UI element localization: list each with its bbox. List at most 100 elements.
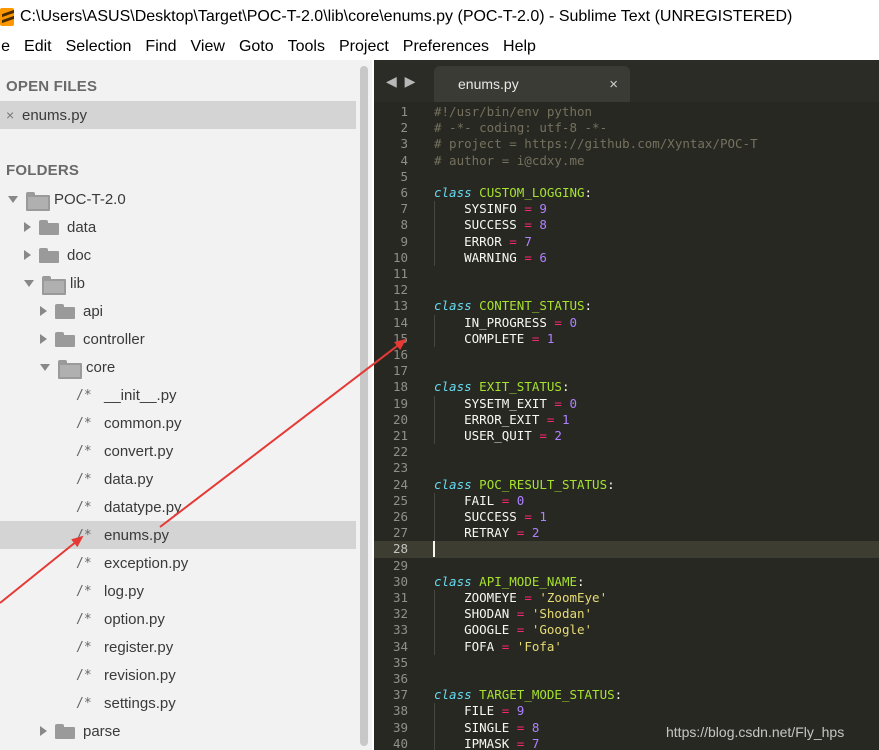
file-item[interactable]: /* common.py (0, 409, 356, 437)
folder-item[interactable]: parse (0, 717, 356, 745)
folder-item[interactable]: api (0, 297, 356, 325)
expand-triangle-right-icon[interactable] (24, 222, 31, 232)
menu-item-selection[interactable]: Selection (66, 38, 132, 56)
open-files-heading: OPEN FILES (6, 78, 98, 95)
tab-nav-arrows-icon[interactable]: ◀ ▶ (386, 73, 417, 90)
code-line[interactable]: 5 (374, 169, 879, 185)
file-item[interactable]: /* revision.py (0, 661, 356, 689)
expand-triangle-right-icon[interactable] (40, 334, 47, 344)
code-token: 'Fofa' (516, 638, 562, 654)
code-line[interactable]: 24 class POC_RESULT_STATUS: (374, 477, 879, 493)
file-item[interactable]: /* convert.py (0, 437, 356, 465)
code-line[interactable]: 28 (374, 541, 879, 558)
code-line[interactable]: 15 COMPLETE = 1 (374, 331, 879, 347)
code-line[interactable]: 3 # project = https://github.com/Xyntax/P… (374, 136, 879, 152)
folder-item[interactable]: data (0, 213, 356, 241)
folder-item[interactable]: POC-T-2.0 (0, 185, 356, 213)
code-token: FAIL (434, 492, 502, 508)
code-line[interactable]: 16 (374, 347, 879, 363)
code-line[interactable]: 25 FAIL = 0 (374, 493, 879, 509)
file-item[interactable]: /* register.py (0, 633, 356, 661)
file-item[interactable]: /* datatype.py (0, 493, 356, 521)
code-line[interactable]: 36 (374, 671, 879, 687)
code-text: # author = i@cdxy.me (434, 153, 585, 169)
code-text: SYSINFO = 9 (434, 201, 547, 217)
code-line[interactable]: 2 # -*- coding: utf-8 -*- (374, 120, 879, 136)
code-text: class API_MODE_NAME: (434, 574, 585, 590)
code-line[interactable]: 29 (374, 558, 879, 574)
code-line[interactable]: 19 SYSETM_EXIT = 0 (374, 396, 879, 412)
code-token: : (584, 298, 593, 314)
code-line[interactable]: 35 (374, 655, 879, 671)
menu-item-find[interactable]: Find (145, 38, 176, 56)
indent-guide (434, 314, 435, 347)
code-line[interactable]: 21 USER_QUIT = 2 (374, 428, 879, 444)
tree-item-label: lib (70, 274, 86, 292)
code-line[interactable]: 4 # author = i@cdxy.me (374, 153, 879, 169)
code-line[interactable]: 6 class CUSTOM_LOGGING: (374, 185, 879, 201)
expand-triangle-right-icon[interactable] (40, 306, 47, 316)
menu-item-preferences[interactable]: Preferences (403, 38, 489, 56)
menu-item-goto[interactable]: Goto (239, 38, 274, 56)
tab-close-icon[interactable]: × (609, 76, 618, 93)
menu-item-view[interactable]: View (191, 38, 225, 56)
code-line[interactable]: 14 IN_PROGRESS = 0 (374, 315, 879, 331)
code-line[interactable]: 17 (374, 363, 879, 379)
folder-item[interactable]: doc (0, 241, 356, 269)
file-item[interactable]: /* enums.py (0, 521, 356, 549)
file-item[interactable]: /* log.py (0, 577, 356, 605)
code-line[interactable]: 9 ERROR = 7 (374, 234, 879, 250)
code-line[interactable]: 33 GOOGLE = 'Google' (374, 622, 879, 638)
code-line[interactable]: 7 SYSINFO = 9 (374, 201, 879, 217)
code-text: SYSETM_EXIT = 0 (434, 396, 577, 412)
tab-enums-py[interactable]: enums.py × (434, 66, 630, 102)
code-token: # project = https://github.com/Xyntax/PO… (434, 136, 758, 152)
folder-item[interactable]: controller (0, 325, 356, 353)
code-area[interactable]: 1 #!/usr/bin/env python 2 # -*- coding: utf… (374, 102, 879, 750)
code-line[interactable]: 27 RETRAY = 2 (374, 525, 879, 541)
file-item[interactable]: /* exception.py (0, 549, 356, 577)
expand-triangle-down-icon[interactable] (40, 363, 50, 371)
code-line[interactable]: 1 #!/usr/bin/env python (374, 104, 879, 120)
menu-item-project[interactable]: Project (339, 38, 389, 56)
code-line[interactable]: 18 class EXIT_STATUS: (374, 379, 879, 395)
menu-item-ile[interactable]: ile (0, 38, 10, 56)
code-line[interactable]: 30 class API_MODE_NAME: (374, 574, 879, 590)
code-line[interactable]: 23 (374, 460, 879, 476)
line-number: 14 (392, 314, 408, 330)
file-item[interactable]: /* __init__.py (0, 381, 356, 409)
code-line[interactable]: 20 ERROR_EXIT = 1 (374, 412, 879, 428)
expand-triangle-right-icon[interactable] (40, 726, 47, 736)
line-number: 28 (392, 541, 408, 557)
file-item[interactable]: /* settings.py (0, 689, 356, 717)
open-file-item[interactable]: × enums.py (0, 101, 356, 129)
expand-triangle-right-icon[interactable] (24, 250, 31, 260)
code-line[interactable]: 8 SUCCESS = 8 (374, 217, 879, 233)
file-item[interactable]: /* option.py (0, 605, 356, 633)
code-line[interactable]: 37 class TARGET_MODE_STATUS: (374, 687, 879, 703)
file-item[interactable]: /* data.py (0, 465, 356, 493)
indent-guide (434, 201, 435, 266)
menu-item-edit[interactable]: Edit (24, 38, 52, 56)
code-line[interactable]: 12 (374, 282, 879, 298)
expand-triangle-down-icon[interactable] (24, 279, 34, 287)
folder-item[interactable]: lib (0, 269, 356, 297)
code-line[interactable]: 11 (374, 266, 879, 282)
folder-item[interactable]: core (0, 353, 356, 381)
code-line[interactable]: 31 ZOOMEYE = 'ZoomEye' (374, 590, 879, 606)
menu-item-tools[interactable]: Tools (288, 38, 325, 56)
code-line[interactable]: 38 FILE = 9 (374, 703, 879, 719)
sidebar-scrollbar[interactable] (360, 66, 368, 746)
menu-item-help[interactable]: Help (503, 38, 536, 56)
close-icon[interactable]: × (6, 107, 22, 123)
code-line[interactable]: 34 FOFA = 'Fofa' (374, 639, 879, 655)
code-line[interactable]: 32 SHODAN = 'Shodan' (374, 606, 879, 622)
expand-triangle-down-icon[interactable] (8, 195, 18, 203)
code-line[interactable]: 13 class CONTENT_STATUS: (374, 298, 879, 314)
code-line[interactable]: 10 WARNING = 6 (374, 250, 879, 266)
code-line[interactable]: 26 SUCCESS = 1 (374, 509, 879, 525)
code-line[interactable]: 22 (374, 444, 879, 460)
